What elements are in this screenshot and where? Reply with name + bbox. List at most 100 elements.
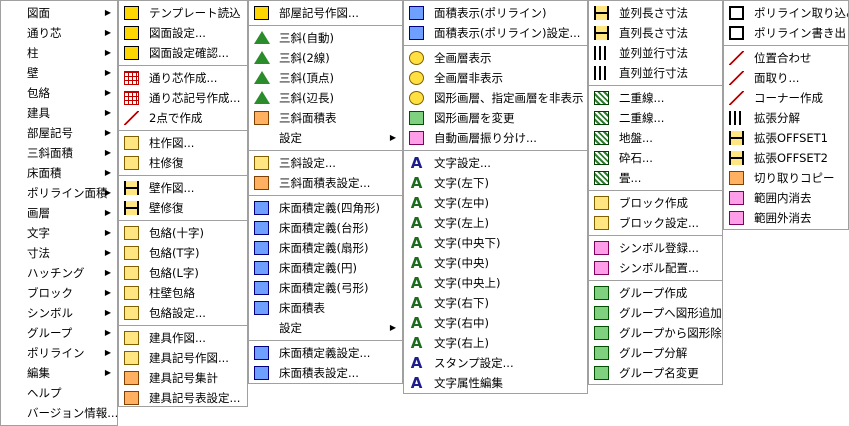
submenu-item[interactable]: 二重線... [589, 88, 722, 108]
submenu-item[interactable]: ポリライン書き出し [724, 23, 848, 43]
submenu-item[interactable]: 三斜面積表 [249, 108, 402, 128]
submenu-item[interactable]: 壁修復 [119, 198, 247, 218]
submenu-item[interactable]: 直列並行寸法 [589, 63, 722, 83]
submenu-item[interactable]: 三斜(自動) [249, 28, 402, 48]
submenu-item[interactable]: グループへ図形追加 [589, 303, 722, 323]
submenu-item[interactable]: 床面積表 [249, 298, 402, 318]
submenu-item[interactable]: A 文字属性編集 [404, 373, 587, 393]
main-menu-item[interactable]: ヘルプ [1, 383, 117, 403]
main-menu-item[interactable]: ポリライン面積 ▶ [1, 183, 117, 203]
submenu-item[interactable]: ポリライン取り込み... [724, 3, 848, 23]
submenu-item[interactable]: ブロック設定... [589, 213, 722, 233]
submenu-item[interactable]: 二重線... [589, 108, 722, 128]
submenu-item[interactable]: A 文字(左中) [404, 193, 587, 213]
submenu-item[interactable]: グループ名変更 [589, 363, 722, 383]
submenu-item[interactable]: 図面設定... [119, 23, 247, 43]
submenu-item[interactable]: 包絡(L字) [119, 263, 247, 283]
submenu-item[interactable]: 包絡(T字) [119, 243, 247, 263]
main-menu-item[interactable]: 画層 ▶ [1, 203, 117, 223]
submenu-item[interactable]: A 文字(左上) [404, 213, 587, 233]
submenu-item[interactable]: A 文字設定... [404, 153, 587, 173]
submenu-item[interactable]: 三斜(2線) [249, 48, 402, 68]
submenu-item[interactable]: 直列長さ寸法 [589, 23, 722, 43]
main-menu-item[interactable]: 建具 ▶ [1, 103, 117, 123]
submenu-item[interactable]: 柱壁包絡 [119, 283, 247, 303]
main-menu-item[interactable]: ブロック ▶ [1, 283, 117, 303]
main-menu-item[interactable]: 柱 ▶ [1, 43, 117, 63]
submenu-item[interactable]: 砕石... [589, 148, 722, 168]
submenu-item[interactable]: 図面設定確認... [119, 43, 247, 63]
submenu-item[interactable]: 拡張分解 [724, 108, 848, 128]
submenu-item[interactable]: グループから図形除外 [589, 323, 722, 343]
submenu-item[interactable]: 包絡(十字) [119, 223, 247, 243]
submenu-item[interactable]: A スタンプ設定... [404, 353, 587, 373]
submenu-item[interactable]: 床面積定義(弓形) [249, 278, 402, 298]
main-menu-item[interactable]: 編集 ▶ [1, 363, 117, 383]
main-menu-item[interactable]: 壁 ▶ [1, 63, 117, 83]
submenu-item[interactable]: 拡張OFFSET1 [724, 128, 848, 148]
submenu-item[interactable]: 三斜設定... [249, 153, 402, 173]
submenu-item[interactable]: 建具記号集計 [119, 368, 247, 388]
submenu-item[interactable]: 柱修復 [119, 153, 247, 173]
submenu-item[interactable]: 床面積表設定... [249, 363, 402, 383]
submenu-item[interactable]: 拡張OFFSET2 [724, 148, 848, 168]
submenu-item[interactable]: シンボル登録... [589, 238, 722, 258]
submenu-item[interactable]: 三斜(頂点) [249, 68, 402, 88]
main-menu-item[interactable]: 通り芯 ▶ [1, 23, 117, 43]
main-menu-item[interactable]: シンボル ▶ [1, 303, 117, 323]
submenu-item[interactable]: 並列並行寸法 [589, 43, 722, 63]
submenu-item[interactable]: 設定 ▶ [249, 128, 402, 148]
submenu-item[interactable]: 柱作図... [119, 133, 247, 153]
submenu-item[interactable]: 設定 ▶ [249, 318, 402, 338]
submenu-item[interactable]: A 文字(中央上) [404, 273, 587, 293]
submenu-item[interactable]: 切り取りコピー [724, 168, 848, 188]
submenu-item[interactable]: グループ分解 [589, 343, 722, 363]
submenu-item[interactable]: 床面積定義(扇形) [249, 238, 402, 258]
submenu-item[interactable]: 三斜面積表設定... [249, 173, 402, 193]
submenu-item[interactable]: 三斜(辺長) [249, 88, 402, 108]
submenu-item[interactable]: 範囲外消去 [724, 208, 848, 228]
submenu-item[interactable]: 面積表示(ポリライン)設定... [404, 23, 587, 43]
submenu-item[interactable]: 図形画層を変更 [404, 108, 587, 128]
submenu-item[interactable]: 建具記号表設定... [119, 388, 247, 408]
main-menu-item[interactable]: バージョン情報... [1, 403, 117, 423]
submenu-item[interactable]: 床面積定義(円) [249, 258, 402, 278]
submenu-item[interactable]: テンプレート読込 [119, 3, 247, 23]
submenu-item[interactable]: 地盤... [589, 128, 722, 148]
submenu-item[interactable]: シンボル配置... [589, 258, 722, 278]
main-menu-item[interactable]: 部屋記号 ▶ [1, 123, 117, 143]
submenu-item[interactable]: 位置合わせ [724, 48, 848, 68]
submenu-item[interactable]: ブロック作成 [589, 193, 722, 213]
main-menu-item[interactable]: グループ ▶ [1, 323, 117, 343]
submenu-item[interactable]: 通り芯作成... [119, 68, 247, 88]
main-menu-item[interactable]: 包絡 ▶ [1, 83, 117, 103]
submenu-item[interactable]: 建具作図... [119, 328, 247, 348]
main-menu-item[interactable]: 床面積 ▶ [1, 163, 117, 183]
submenu-item[interactable]: 壁作図... [119, 178, 247, 198]
main-menu-item[interactable]: 図面 ▶ [1, 3, 117, 23]
submenu-item[interactable]: 通り芯記号作成... [119, 88, 247, 108]
submenu-item[interactable]: 面積表示(ポリライン) [404, 3, 587, 23]
submenu-item[interactable]: 図形画層、指定画層を非表示 [404, 88, 587, 108]
main-menu-item[interactable]: 文字 ▶ [1, 223, 117, 243]
submenu-item[interactable]: A 文字(中央) [404, 253, 587, 273]
main-menu-item[interactable]: 三斜面積 ▶ [1, 143, 117, 163]
submenu-item[interactable]: A 文字(右下) [404, 293, 587, 313]
submenu-item[interactable]: 包絡設定... [119, 303, 247, 323]
submenu-item[interactable]: 床面積定義(四角形) [249, 198, 402, 218]
submenu-item[interactable]: A 文字(左下) [404, 173, 587, 193]
submenu-item[interactable]: 畳... [589, 168, 722, 188]
submenu-item[interactable]: 面取り... [724, 68, 848, 88]
submenu-item[interactable]: コーナー作成 [724, 88, 848, 108]
submenu-item[interactable]: 自動画層振り分け... [404, 128, 587, 148]
submenu-item[interactable]: 範囲内消去 [724, 188, 848, 208]
submenu-item[interactable]: 床面積定義設定... [249, 343, 402, 363]
submenu-item[interactable]: A 文字(右上) [404, 333, 587, 353]
main-menu-item[interactable]: 寸法 ▶ [1, 243, 117, 263]
submenu-item[interactable]: 部屋記号作図... [249, 3, 402, 23]
main-menu-item[interactable]: ポリライン ▶ [1, 343, 117, 363]
submenu-item[interactable]: 全画層表示 [404, 48, 587, 68]
submenu-item[interactable]: 建具記号作図... [119, 348, 247, 368]
submenu-item[interactable]: グループ作成 [589, 283, 722, 303]
submenu-item[interactable]: A 文字(右中) [404, 313, 587, 333]
